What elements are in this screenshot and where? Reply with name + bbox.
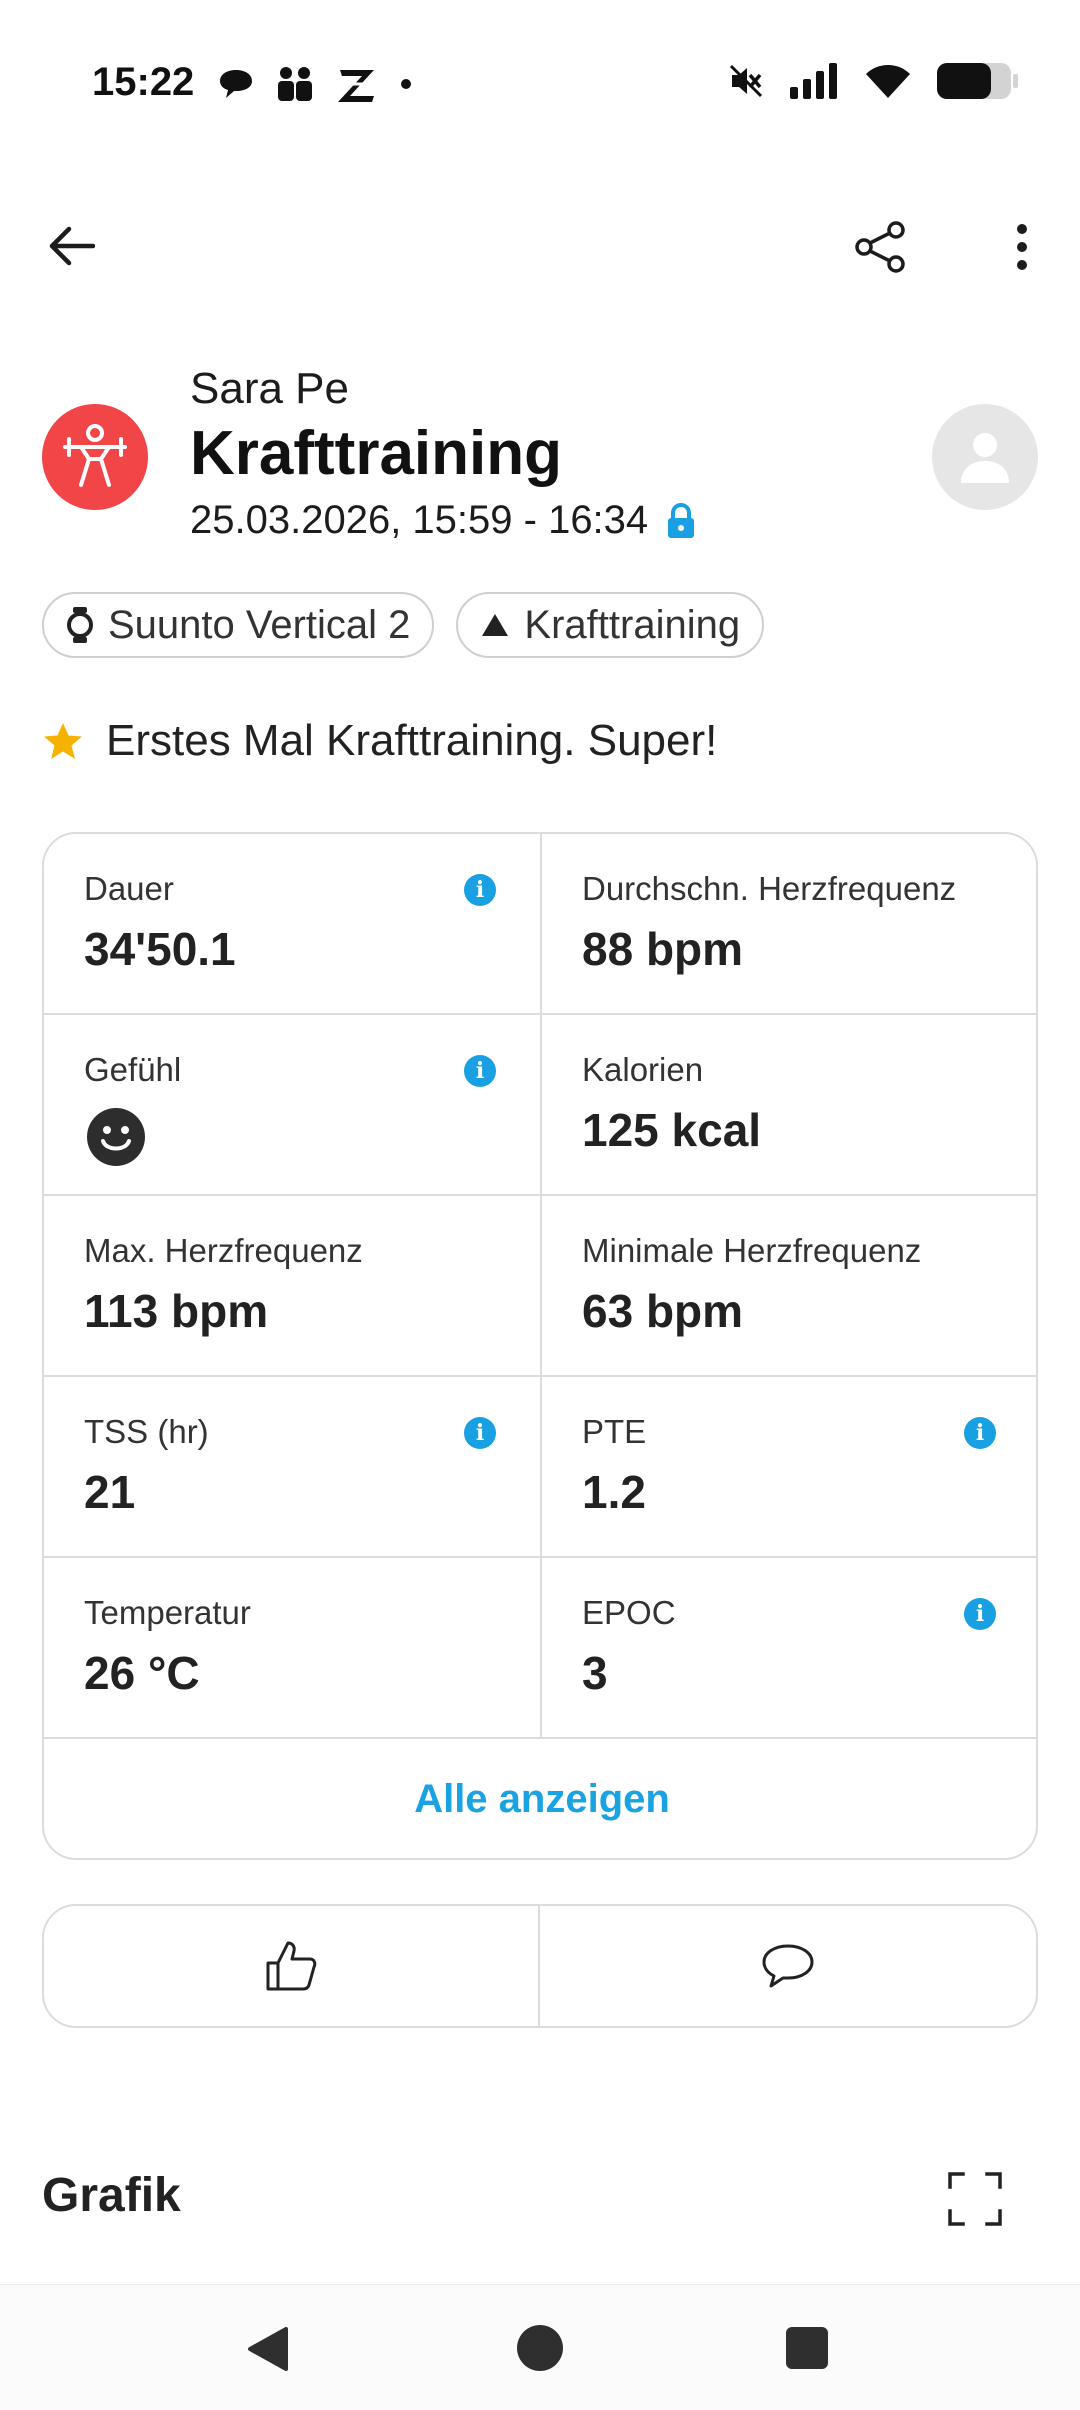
fullscreen-button[interactable] xyxy=(944,2168,1006,2230)
stat-label: Dauer xyxy=(84,870,174,907)
more-options-button[interactable] xyxy=(1000,216,1044,278)
lock-icon[interactable] xyxy=(666,502,696,539)
nav-recents-icon[interactable] xyxy=(786,2327,828,2369)
dot-icon xyxy=(401,79,411,89)
top-app-bar xyxy=(0,196,1080,296)
mute-icon xyxy=(729,64,763,98)
signal-icon xyxy=(790,63,837,99)
share-icon xyxy=(855,221,905,273)
info-icon[interactable]: i xyxy=(464,874,496,906)
stat-label: Temperatur xyxy=(84,1594,251,1631)
stat-label: Durchschn. Herzfrequenz xyxy=(582,870,957,907)
system-icons xyxy=(728,62,1018,100)
info-icon[interactable]: i xyxy=(964,1598,996,1630)
comment-icon xyxy=(762,1944,814,1988)
achievement-row: Erstes Mal Krafttraining. Super! xyxy=(42,716,717,766)
notification-icons xyxy=(218,64,412,104)
achievement-text: Erstes Mal Krafttraining. Super! xyxy=(106,716,718,765)
system-navigation-bar xyxy=(0,2284,1080,2410)
activity-title: Krafttraining xyxy=(190,419,562,488)
stat-value: 34'50.1 xyxy=(84,923,236,975)
nav-back-icon[interactable] xyxy=(246,2325,290,2373)
people-icon xyxy=(278,67,312,101)
wifi-icon xyxy=(866,65,910,98)
stat-value: 125 kcal xyxy=(582,1104,762,1156)
info-icon[interactable]: i xyxy=(464,1417,496,1449)
smiley-icon xyxy=(87,1108,145,1166)
stat-label: EPOC xyxy=(582,1594,676,1631)
back-button[interactable] xyxy=(42,216,102,276)
chat-bubble-icon xyxy=(220,70,252,98)
show-all-button[interactable]: Alle anzeigen xyxy=(44,1739,1036,1858)
stat-temperature: Temperatur 26 °C xyxy=(44,1558,542,1739)
activity-chips: Suunto Vertical 2 Krafttraining xyxy=(42,592,765,658)
stat-tss: TSS (hr) 21 i xyxy=(44,1377,542,1558)
person-icon xyxy=(961,433,1009,483)
status-bar: 15:22 xyxy=(0,0,1080,170)
nav-home-icon[interactable] xyxy=(517,2325,563,2371)
stat-duration: Dauer 34'50.1 i xyxy=(44,834,542,1015)
activity-date: 25.03.2026, 15:59 - 16:34 xyxy=(190,498,696,543)
reaction-card xyxy=(42,1904,1038,2028)
fullscreen-icon xyxy=(948,2172,1002,2226)
stat-label: Max. Herzfrequenz xyxy=(84,1232,363,1269)
share-button[interactable] xyxy=(850,216,912,278)
star-icon xyxy=(44,723,82,759)
activity-type-icon xyxy=(42,404,148,510)
stat-value: 63 bpm xyxy=(582,1285,744,1337)
user-name[interactable]: Sara Pe xyxy=(190,364,349,414)
date-range-text: 25.03.2026, 15:59 - 16:34 xyxy=(190,498,649,542)
z-app-icon xyxy=(338,70,376,102)
activity-type-chip[interactable]: Krafttraining xyxy=(456,592,765,658)
info-icon[interactable]: i xyxy=(464,1055,496,1087)
status-time: 15:22 xyxy=(92,60,195,104)
stat-calories: Kalorien 125 kcal xyxy=(542,1015,1036,1196)
more-vertical-icon xyxy=(1017,224,1027,270)
avatar[interactable] xyxy=(932,404,1038,510)
stat-value: 88 bpm xyxy=(582,923,744,975)
stat-label: PTE xyxy=(582,1413,647,1450)
info-icon[interactable]: i xyxy=(964,1417,996,1449)
stat-label: TSS (hr) xyxy=(84,1413,209,1450)
stat-value: 3 xyxy=(582,1647,608,1699)
stat-label: Kalorien xyxy=(582,1051,704,1088)
thumbs-up-icon xyxy=(266,1941,317,1991)
stats-card: Dauer 34'50.1 i Durchschn. Herzfrequenz … xyxy=(42,832,1038,1860)
stat-max-heart-rate: Max. Herzfrequenz 113 bpm xyxy=(44,1196,542,1377)
stat-value: 26 °C xyxy=(84,1647,200,1699)
weightlifting-icon xyxy=(63,424,127,487)
section-title-grafik: Grafik xyxy=(42,2169,181,2222)
stat-value: 1.2 xyxy=(582,1466,646,1518)
stat-min-heart-rate: Minimale Herzfrequenz 63 bpm xyxy=(542,1196,1036,1377)
stat-value: 113 bpm xyxy=(84,1285,269,1337)
stat-label: Minimale Herzfrequenz xyxy=(582,1232,922,1269)
comment-button[interactable] xyxy=(540,1906,1036,2026)
stat-value: 21 xyxy=(84,1466,136,1518)
device-chip[interactable]: Suunto Vertical 2 xyxy=(42,592,435,658)
activity-type-chip-label: Krafttraining xyxy=(524,602,741,647)
stat-epoc: EPOC 3 i xyxy=(542,1558,1036,1739)
stat-pte: PTE 1.2 i xyxy=(542,1377,1036,1558)
stat-label: Gefühl xyxy=(84,1051,182,1088)
like-button[interactable] xyxy=(44,1906,540,2026)
battery-icon xyxy=(937,63,1018,99)
stat-feeling: Gefühl i xyxy=(44,1015,542,1196)
stat-avg-heart-rate: Durchschn. Herzfrequenz 88 bpm xyxy=(542,834,1036,1015)
watch-icon xyxy=(67,607,93,643)
device-chip-label: Suunto Vertical 2 xyxy=(108,602,411,647)
arrow-left-icon xyxy=(49,226,95,266)
triangle-icon xyxy=(482,614,509,636)
